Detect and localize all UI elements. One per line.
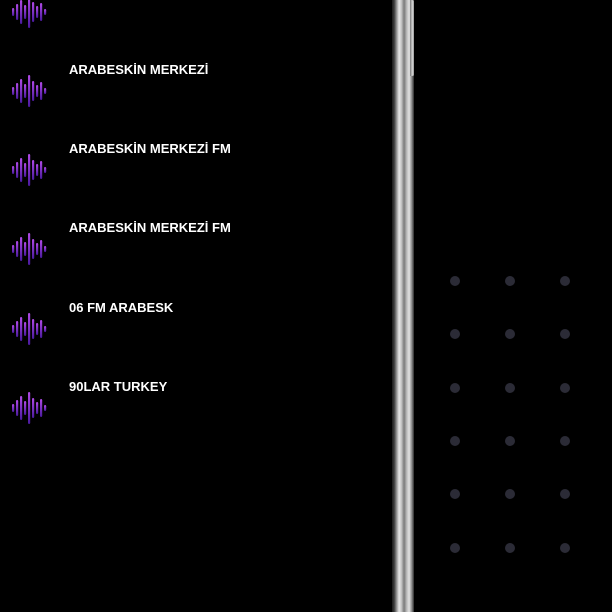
audio-wave-icon: [12, 0, 47, 28]
station-item[interactable]: 06 FM ARABESK: [0, 299, 392, 359]
station-item[interactable]: ARABESKİN MERKEZİ FM: [0, 140, 392, 200]
station-item[interactable]: ARABESKİN MERKEZİ FM: [0, 219, 392, 279]
backdrop-dot: [560, 383, 570, 393]
backdrop-dot: [505, 436, 515, 446]
backdrop-dot: [505, 276, 515, 286]
station-name: ARABESKİN MERKEZİ FM: [69, 220, 231, 235]
photo-scene: ARABESKİN MERKEZİ ARABESKİN MERKEZİ FM A…: [0, 0, 612, 612]
backdrop-dot: [450, 436, 460, 446]
backdrop-dot: [560, 489, 570, 499]
audio-wave-icon: [12, 154, 47, 186]
station-name: 06 FM ARABESK: [69, 300, 174, 315]
station-name: ARABESKİN MERKEZİ FM: [69, 141, 231, 156]
backdrop-dot: [450, 489, 460, 499]
audio-wave-icon: [12, 313, 47, 345]
backdrop-dot: [505, 543, 515, 553]
backdrop-dot: [560, 329, 570, 339]
backdrop-dot: [505, 329, 515, 339]
audio-wave-icon: [12, 233, 47, 265]
backdrop-dot: [560, 543, 570, 553]
station-name: ARABESKİN MERKEZİ: [69, 62, 209, 77]
station-item[interactable]: ARABESKİN MERKEZİ: [0, 61, 392, 121]
backdrop-dot: [450, 329, 460, 339]
backdrop-dot: [450, 543, 460, 553]
phone-edge: [392, 0, 414, 612]
backdrop-dot: [450, 276, 460, 286]
backdrop-dot: [450, 383, 460, 393]
station-item[interactable]: [0, 0, 392, 42]
phone-screen: ARABESKİN MERKEZİ ARABESKİN MERKEZİ FM A…: [0, 0, 392, 612]
backdrop-dot: [505, 489, 515, 499]
backdrop-dot: [560, 276, 570, 286]
station-name: 90LAR TURKEY: [69, 379, 168, 394]
audio-wave-icon: [12, 392, 47, 424]
audio-wave-icon: [12, 75, 47, 107]
backdrop-dot: [505, 383, 515, 393]
backdrop-dot: [560, 436, 570, 446]
station-item[interactable]: 90LAR TURKEY: [0, 378, 392, 438]
dotted-backdrop: [414, 0, 612, 612]
